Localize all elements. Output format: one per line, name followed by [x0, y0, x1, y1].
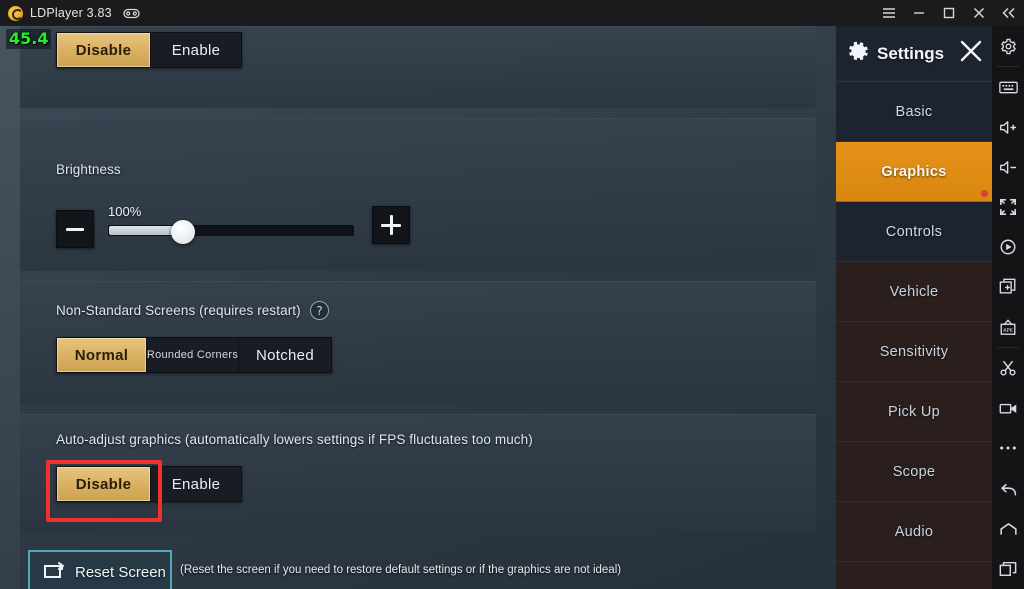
settings-item-label: Scope [892, 463, 936, 480]
settings-item-pick-up[interactable]: Pick Up [836, 382, 992, 442]
brightness-decrease-button[interactable] [56, 210, 94, 248]
keyboard-icon[interactable] [992, 67, 1024, 107]
settings-item-label: Pick Up [887, 403, 941, 420]
left-edge-strip [0, 26, 20, 589]
non-standard-option-notched[interactable]: Notched [239, 338, 331, 372]
gear-icon [846, 39, 871, 69]
settings-item-vehicle[interactable]: Vehicle [836, 262, 992, 322]
sidebar-toolbar: APK [992, 26, 1024, 589]
auto-adjust-card: Auto-adjust graphics (automatically lowe… [20, 414, 816, 533]
record-macro-icon[interactable] [992, 227, 1024, 267]
brightness-increase-button[interactable] [372, 206, 410, 244]
reset-screen-icon [44, 561, 66, 584]
ldplayer-logo-icon [8, 5, 23, 21]
reset-screen-button[interactable]: Reset Screen [28, 550, 172, 589]
settings-item-label: Controls [885, 223, 943, 240]
title-bar: LDPlayer 3.83 [0, 0, 1024, 26]
settings-item-partial[interactable] [836, 562, 992, 589]
maximize-button[interactable] [934, 0, 964, 26]
fps-counter: 45.4 [6, 29, 52, 49]
settings-panel: Settings Basic Graphics Controls Vehicle [836, 26, 992, 589]
minimize-button[interactable] [904, 0, 934, 26]
partial-option-disable[interactable]: Disable [57, 33, 151, 67]
screenshot-scissors-icon[interactable] [992, 348, 1024, 388]
settings-item-scope[interactable]: Scope [836, 442, 992, 502]
multi-instance-icon[interactable] [992, 267, 1024, 307]
brightness-slider[interactable] [108, 219, 354, 244]
plus-icon-vertical [389, 215, 393, 235]
menu-button[interactable] [874, 0, 904, 26]
settings-item-controls[interactable]: Controls [836, 202, 992, 262]
settings-item-basic[interactable]: Basic [836, 82, 992, 142]
more-options-icon[interactable] [992, 428, 1024, 468]
gamepad-icon [123, 8, 140, 19]
non-standard-screens-card: Non-Standard Screens (requires restart) … [20, 281, 816, 404]
close-button[interactable] [964, 0, 994, 26]
home-icon[interactable] [992, 509, 1024, 549]
brightness-label: Brightness [56, 162, 121, 177]
settings-item-audio[interactable]: Audio [836, 502, 992, 562]
recent-apps-icon[interactable] [992, 549, 1024, 589]
settings-header: Settings [836, 26, 992, 82]
svg-text:APK: APK [1003, 328, 1013, 334]
question-mark-icon[interactable]: ? [310, 301, 329, 320]
auto-adjust-toggle-group[interactable]: Disable Enable [56, 466, 242, 502]
ldplayer-window: LDPlayer 3.83 45.4 Disable Enable Bright… [0, 0, 1024, 589]
auto-adjust-label: Auto-adjust graphics (automatically lowe… [56, 432, 533, 447]
volume-down-icon[interactable] [992, 147, 1024, 187]
fullscreen-icon[interactable] [992, 187, 1024, 227]
settings-item-label: Vehicle [889, 283, 939, 300]
auto-adjust-option-enable[interactable]: Enable [151, 467, 241, 501]
volume-up-icon[interactable] [992, 107, 1024, 147]
back-icon[interactable] [992, 469, 1024, 509]
minus-icon [66, 227, 84, 231]
settings-item-label: Graphics [881, 163, 947, 180]
settings-gear-icon[interactable] [992, 26, 1024, 66]
app-title: LDPlayer 3.83 [30, 6, 112, 20]
brightness-card: Brightness 100% [20, 118, 816, 271]
window-controls [874, 0, 1024, 26]
non-standard-option-rounded-corners[interactable]: Rounded Corners [147, 338, 239, 372]
reset-screen-label: Reset Screen [75, 564, 166, 581]
title-bar-left: LDPlayer 3.83 [0, 5, 874, 21]
partial-option-enable[interactable]: Enable [151, 33, 241, 67]
video-record-icon[interactable] [992, 388, 1024, 428]
settings-card-partial: Disable Enable [20, 26, 816, 108]
close-x-icon[interactable] [958, 38, 984, 69]
auto-adjust-option-disable[interactable]: Disable [57, 467, 151, 501]
partial-toggle-group[interactable]: Disable Enable [56, 32, 242, 68]
non-standard-toggle-group[interactable]: Normal Rounded Corners Notched [56, 337, 332, 373]
brightness-value: 100% [108, 204, 142, 219]
notification-dot-icon [981, 190, 988, 197]
settings-item-graphics[interactable]: Graphics [836, 142, 992, 202]
settings-title: Settings [877, 43, 945, 63]
brightness-slider-knob[interactable] [170, 219, 195, 244]
settings-item-label: Audio [894, 523, 934, 540]
install-apk-icon[interactable]: APK [992, 307, 1024, 347]
settings-item-label: Sensitivity [879, 343, 949, 360]
emulator-screen: 45.4 Disable Enable Brightness 100% Non-… [0, 26, 992, 589]
settings-item-label: Basic [895, 103, 933, 120]
settings-item-sensitivity[interactable]: Sensitivity [836, 322, 992, 382]
non-standard-option-normal[interactable]: Normal [57, 338, 147, 372]
non-standard-label: Non-Standard Screens (requires restart) [56, 303, 301, 318]
reset-screen-hint: (Reset the screen if you need to restore… [180, 564, 622, 576]
collapse-button[interactable] [994, 0, 1024, 26]
